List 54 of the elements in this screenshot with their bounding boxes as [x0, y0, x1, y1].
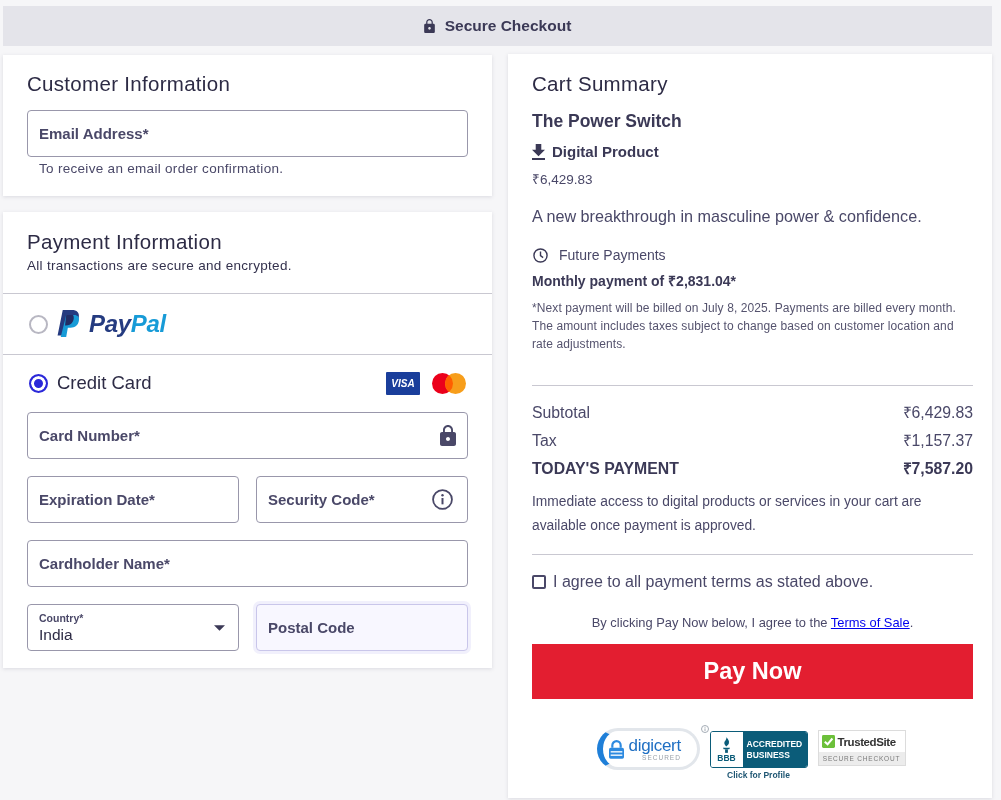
input-field[interactable]: Postal Code	[256, 604, 468, 651]
product-price: ₹6,429.83	[532, 171, 594, 189]
download-icon	[532, 144, 545, 160]
product-type: Digital Product	[552, 142, 659, 162]
product-name: The Power Switch	[532, 110, 683, 132]
input-field[interactable]: Expiration Date*	[27, 476, 239, 523]
billing-note: *Next payment will be billed on July 8, 2025. Payments are billed every month. The amount includes taxes subject to change based on customer location and rate adjustments.	[532, 300, 957, 353]
clock-icon	[533, 247, 548, 263]
badge-name: TrustedSite	[837, 735, 896, 748]
terms-link[interactable]: Terms of Sale	[830, 615, 910, 630]
section-subtitle: All transactions are secure and encrypted.	[27, 258, 293, 274]
monthly-payment: Monthly payment of ₹2,831.04*	[532, 272, 738, 290]
pay-now-button[interactable]: Pay Now	[532, 644, 973, 699]
torch-icon	[721, 736, 732, 753]
visa-badge: VISA	[386, 371, 420, 395]
badge-link[interactable]: Click for Profile	[727, 770, 790, 780]
paypal-icon	[57, 309, 80, 337]
summary-label: Tax	[532, 431, 557, 451]
check-icon	[821, 735, 835, 748]
radio-button[interactable]	[29, 314, 48, 334]
lock-icon	[423, 19, 435, 33]
checkbox-label[interactable]: I agree to all payment terms as stated above.	[553, 572, 874, 592]
input-field[interactable]: Cardholder Name*	[27, 540, 468, 587]
section-title: Payment Information	[27, 230, 223, 254]
future-payments-heading: Future Payments	[559, 246, 666, 264]
mastercard-logo-icon	[432, 372, 466, 394]
product-description: A new breakthrough in masculine power & confidence.	[532, 206, 923, 226]
badge-text: ACCREDITED BUSINESS	[742, 732, 807, 767]
paypal-wordmark: PayPal	[89, 310, 166, 338]
seal-name: digicert	[628, 736, 681, 754]
accreditation-badge[interactable]: BBB ACCREDITED BUSINESS	[709, 731, 808, 768]
radio-button[interactable]	[29, 373, 48, 393]
lock-icon	[440, 425, 456, 446]
access-note: Immediate access to digital products or services in your cart are available once payment is approved.	[532, 493, 923, 535]
helper-text: To receive an email order confirmation.	[39, 161, 285, 177]
dropdown-field[interactable]: Country* India	[27, 604, 239, 651]
input-field[interactable]: Security Code*	[256, 476, 468, 523]
summary-label: TODAY'S PAYMENT	[532, 459, 679, 479]
summary-amount: ₹6,429.83	[902, 403, 973, 423]
section-title: Customer Information	[27, 72, 232, 96]
input-field[interactable]: Card Number*	[27, 412, 468, 459]
payment-method-label[interactable]: Credit Card	[57, 372, 152, 394]
input-field[interactable]: Email Address*	[27, 110, 468, 157]
lock-icon	[608, 739, 624, 759]
section-title: Cart Summary	[532, 72, 669, 96]
caret-icon	[214, 625, 225, 631]
page-title: Secure Checkout	[444, 17, 572, 35]
summary-amount: ₹7,587.20	[902, 459, 973, 479]
checkbox[interactable]	[532, 575, 546, 589]
summary-amount: ₹1,157.37	[902, 431, 973, 451]
badge-mark: BBB	[717, 752, 736, 763]
info-icon[interactable]	[432, 489, 453, 510]
terms-note: By clicking Pay Now below, I agree to the Terms of Sale.	[590, 614, 915, 631]
summary-label: Subtotal	[532, 403, 590, 423]
